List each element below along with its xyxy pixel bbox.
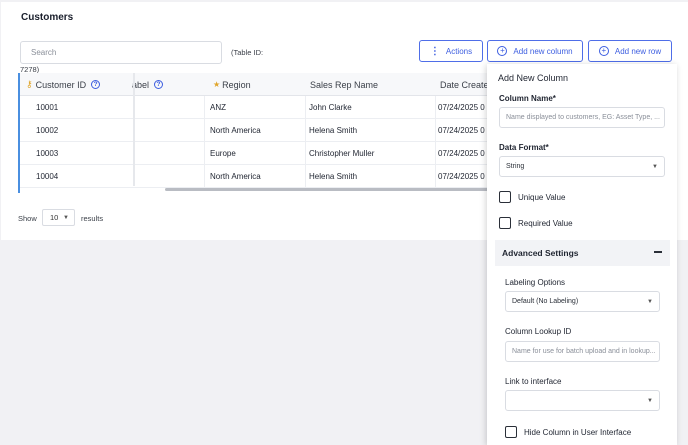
chevron-down-icon: ▼: [647, 397, 653, 404]
hide-column-checkbox[interactable]: Hide Column in User Interface: [505, 426, 631, 438]
cell-region: ANZ: [210, 103, 226, 112]
labeling-options-select[interactable]: Default (No Labeling) ▼: [505, 291, 660, 312]
horizontal-scrollbar[interactable]: [165, 188, 490, 191]
key-icon: ⚷: [26, 79, 33, 89]
cell-date-created: 07/24/2025 0: [438, 149, 485, 158]
column-header-region[interactable]: ★ Region: [213, 73, 251, 96]
required-value-checkbox[interactable]: Required Value: [499, 217, 573, 229]
link-interface-select[interactable]: ▼: [505, 390, 660, 411]
cell-customer-id: 10002: [36, 126, 59, 135]
plus-circle-icon: +: [598, 46, 609, 56]
table-row[interactable]: 10003 Europe Christopher Muller 07/24/20…: [18, 142, 498, 165]
unique-value-checkbox[interactable]: Unique Value: [499, 191, 565, 203]
column-header-date-created[interactable]: Date Create: [440, 73, 489, 96]
advanced-settings-toggle[interactable]: Advanced Settings: [495, 240, 670, 266]
add-column-panel: Add New Column Column Name* Name display…: [487, 64, 677, 445]
show-label: Show: [18, 214, 37, 223]
column-name-label: Column Name*: [499, 94, 556, 103]
cell-date-created: 07/24/2025 0: [438, 126, 485, 135]
column-name-input[interactable]: Name displayed to customers, EG: Asset T…: [499, 107, 665, 128]
table-row[interactable]: 10004 North America Helena Smith 07/24/2…: [18, 165, 498, 188]
checkbox[interactable]: [499, 191, 511, 203]
cell-sales-rep: Helena Smith: [309, 126, 358, 135]
column-lookup-label: Column Lookup ID: [505, 327, 572, 336]
page-title: Customers: [21, 12, 74, 23]
cell-sales-rep: John Clarke: [309, 103, 352, 112]
cell-region: Europe: [210, 149, 236, 158]
cell-region: North America: [210, 126, 261, 135]
kebab-icon: ⋮: [429, 45, 440, 57]
cell-customer-id: 10003: [36, 149, 59, 158]
actions-button[interactable]: ⋮ Actions: [419, 40, 483, 62]
results-label: results: [81, 214, 104, 223]
actions-label: Actions: [445, 46, 473, 56]
chevron-down-icon: ▼: [647, 298, 653, 305]
plus-circle-icon: +: [497, 46, 508, 56]
page-size-select[interactable]: 10 ▼: [42, 209, 75, 226]
add-row-button[interactable]: + Add new row: [588, 40, 672, 62]
column-header-customer-id[interactable]: ⚷ Customer ID ?: [26, 73, 101, 96]
cell-date-created: 07/24/2025 0: [438, 172, 485, 181]
column-divider: [204, 96, 205, 188]
add-column-label: Add new column: [513, 46, 573, 56]
labeling-options-label: Labeling Options: [505, 278, 566, 287]
data-format-label: Data Format*: [499, 143, 549, 152]
column-lookup-input[interactable]: Name for use for batch upload and in loo…: [505, 341, 660, 362]
cell-customer-id: 10001: [36, 103, 59, 112]
table-row[interactable]: 10002 North America Helena Smith 07/24/2…: [18, 119, 498, 142]
data-table: ⚷ Customer ID ? abel ? ★ Region Sales Re…: [18, 73, 498, 193]
cell-sales-rep: Christopher Muller: [309, 149, 375, 158]
add-row-label: Add new row: [614, 46, 662, 56]
frozen-column-divider: [133, 73, 135, 186]
column-divider: [435, 96, 436, 188]
frozen-column-indicator: [18, 73, 20, 193]
minus-icon: [654, 251, 662, 253]
table-header: ⚷ Customer ID ? abel ? ★ Region Sales Re…: [18, 73, 498, 96]
data-format-select[interactable]: String ▼: [499, 156, 665, 177]
column-header-sales-rep[interactable]: Sales Rep Name: [310, 73, 378, 96]
checkbox[interactable]: [505, 426, 517, 438]
panel-title: Add New Column: [498, 73, 569, 83]
cell-date-created: 07/24/2025 0: [438, 103, 485, 112]
search-input[interactable]: [20, 41, 222, 64]
chevron-down-icon: ▼: [652, 163, 658, 170]
cell-region: North America: [210, 172, 261, 181]
checkbox[interactable]: [499, 217, 511, 229]
cell-customer-id: 10004: [36, 172, 59, 181]
table-id-label: (Table ID:: [231, 48, 264, 57]
link-interface-label: Link to interface: [505, 377, 562, 386]
chevron-down-icon: ▼: [63, 214, 69, 221]
help-icon[interactable]: ?: [154, 80, 164, 89]
add-column-button[interactable]: + Add new column: [487, 40, 583, 62]
cell-sales-rep: Helena Smith: [309, 172, 358, 181]
column-divider: [305, 96, 306, 188]
column-header-label[interactable]: abel ?: [132, 73, 164, 96]
star-icon: ★: [213, 80, 221, 89]
table-row[interactable]: 10001 ANZ John Clarke 07/24/2025 0: [18, 96, 498, 119]
help-icon[interactable]: ?: [91, 80, 101, 89]
